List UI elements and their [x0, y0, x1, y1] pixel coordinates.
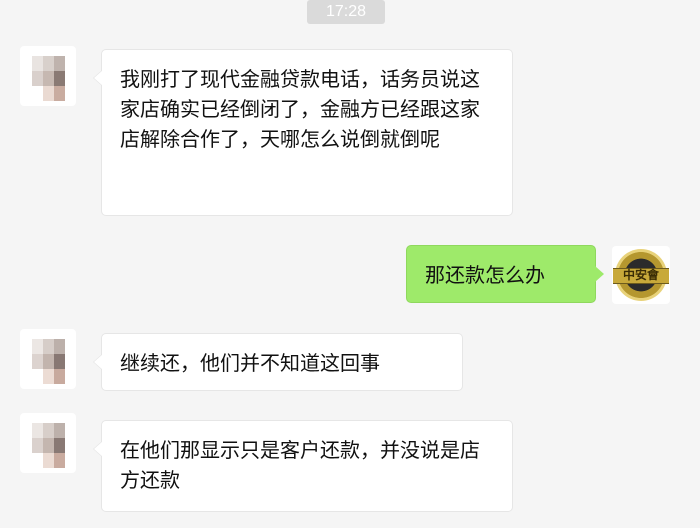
chat-window: 17:28 我刚打了现代金融贷款电话，话务员说这家店确实已经倒闭了，金融方已经跟…: [0, 0, 700, 528]
self-avatar[interactable]: 中安會: [612, 246, 670, 304]
contact-avatar[interactable]: [20, 329, 76, 389]
message-timestamp: 17:28: [307, 0, 385, 24]
chat-message-bubble[interactable]: 继续还，他们并不知道这回事: [93, 333, 463, 391]
badge-logo-text: 中安會: [622, 268, 659, 282]
chat-message-bubble[interactable]: 在他们那显示只是客户还款，并没说是店方还款: [93, 420, 513, 512]
chat-message-bubble[interactable]: 那还款怎么办: [406, 245, 604, 303]
contact-avatar[interactable]: [20, 413, 76, 473]
contact-avatar[interactable]: [20, 46, 76, 106]
chat-message-bubble[interactable]: 我刚打了现代金融贷款电话，话务员说这家店确实已经倒闭了，金融方已经跟这家店解除合…: [93, 49, 513, 216]
